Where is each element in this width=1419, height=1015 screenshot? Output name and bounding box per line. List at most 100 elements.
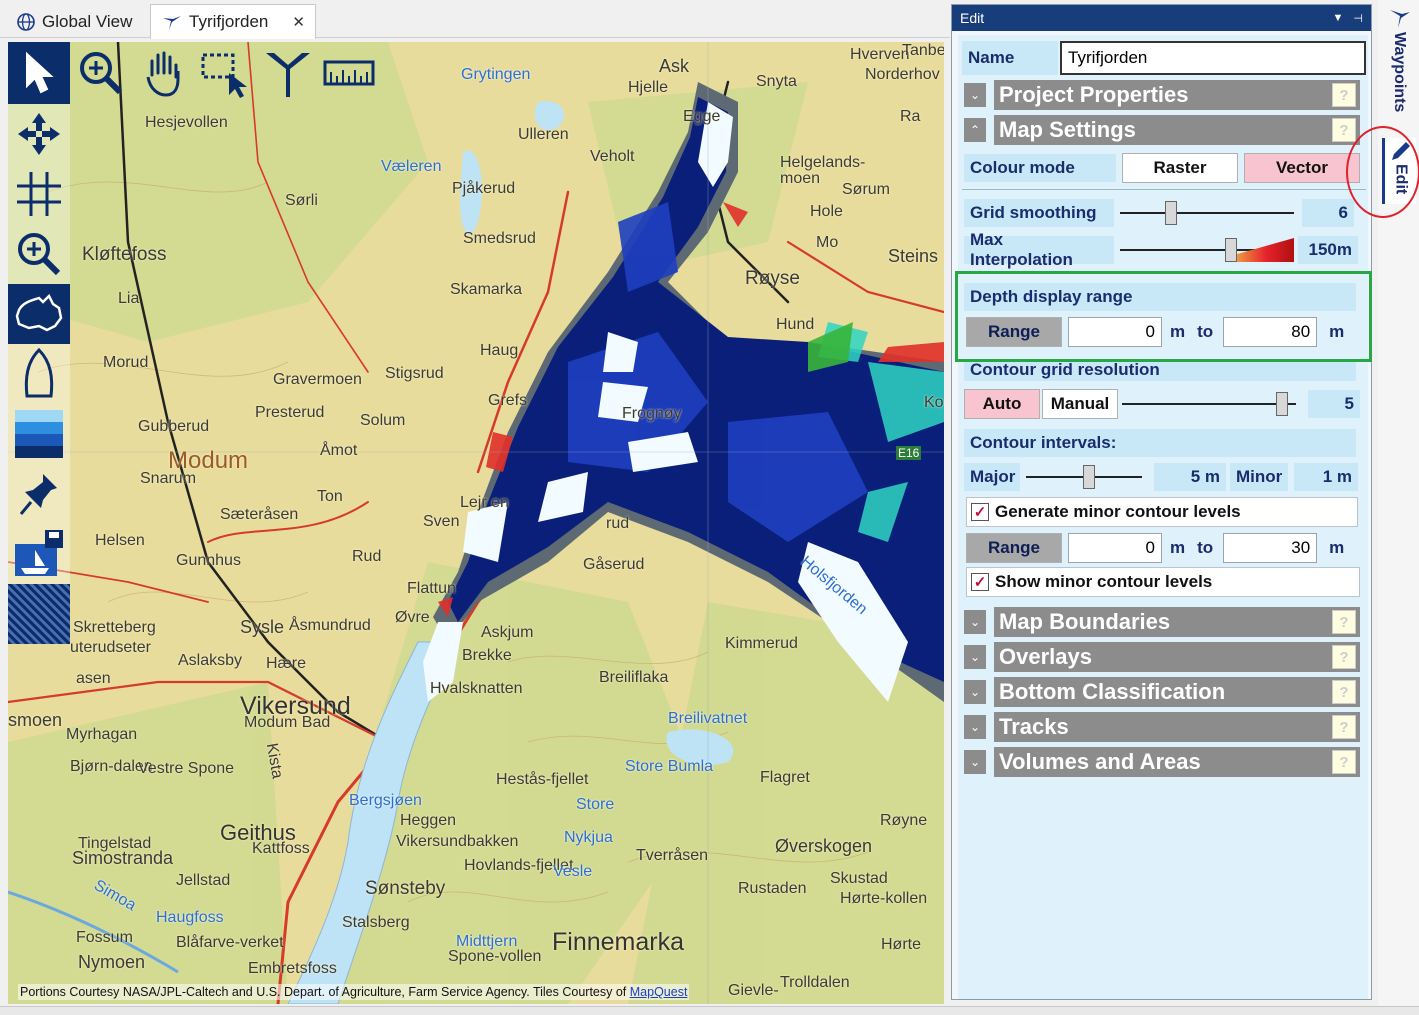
slider-thumb[interactable]	[1276, 392, 1288, 416]
place-label: Aslaksby	[178, 652, 243, 669]
help-icon[interactable]: ?	[1332, 645, 1356, 669]
show-minor-label: Show minor contour levels	[995, 572, 1213, 591]
help-icon[interactable]: ?	[1332, 680, 1356, 704]
place-label: Rustaden	[738, 880, 807, 897]
major-interval-slider[interactable]	[1026, 463, 1142, 491]
unit-label: m	[1170, 322, 1186, 341]
select-tool-button[interactable]	[8, 42, 70, 104]
place-label: Hestås-fjellet	[496, 771, 589, 788]
boat-save-button[interactable]	[8, 524, 70, 584]
minor-value: 1 m	[1294, 463, 1358, 491]
auto-button[interactable]: Auto	[964, 389, 1040, 419]
place-label: Smedsrud	[463, 230, 536, 247]
fork-tool-button[interactable]	[256, 42, 318, 104]
pin-panel-icon[interactable]: ⊣	[1353, 12, 1363, 25]
place-label: Flattun	[407, 580, 456, 597]
place-label: Tanbe	[902, 42, 944, 59]
place-label: Hund	[776, 316, 815, 333]
pan-tool-button[interactable]	[132, 42, 194, 104]
pin-button[interactable]	[8, 464, 70, 524]
zoom-tool-button[interactable]	[8, 224, 70, 284]
section-overlays[interactable]: ⌄ Overlays?	[964, 642, 1360, 672]
zoom-box-icon	[201, 53, 247, 98]
colour-mode-label: Colour mode	[970, 158, 1075, 177]
zoom-in-tool-button[interactable]	[70, 42, 132, 104]
show-minor-checkbox[interactable]: ✓	[971, 573, 989, 591]
contour-grid-slider[interactable]	[1122, 390, 1296, 418]
zoom-box-tool-button[interactable]	[194, 42, 256, 104]
minor-range-button[interactable]: Range	[966, 533, 1062, 563]
chevron-down-icon[interactable]: ⌄	[964, 645, 986, 669]
chevron-down-icon[interactable]: ⌄	[964, 750, 986, 774]
help-icon[interactable]: ?	[1332, 118, 1356, 142]
chevron-down-icon[interactable]: ⌄	[964, 83, 986, 107]
grid-smoothing-slider[interactable]	[1120, 199, 1294, 227]
place-label: Egge	[683, 108, 721, 125]
manual-button[interactable]: Manual	[1042, 389, 1118, 419]
tab-bar: Global View Tyrifjorden ✕	[0, 0, 950, 39]
section-map-boundaries[interactable]: ⌄ Map Boundaries?	[964, 607, 1360, 637]
help-icon[interactable]: ?	[1332, 610, 1356, 634]
colour-mode-label-box: Colour mode	[964, 154, 1116, 182]
chevron-down-icon[interactable]: ⌄	[964, 610, 986, 634]
raster-button[interactable]: Raster	[1122, 153, 1238, 183]
move-tool-button[interactable]	[8, 104, 70, 164]
vessel-button[interactable]	[8, 344, 70, 404]
section-tracks[interactable]: ⌄ Tracks?	[964, 712, 1360, 742]
name-input[interactable]: Tyrifjorden	[1060, 41, 1366, 75]
slider-track	[1120, 212, 1294, 214]
name-label: Name	[968, 48, 1015, 67]
tab-global-view[interactable]: Global View	[6, 6, 142, 38]
mapquest-link[interactable]: MapQuest	[630, 985, 688, 999]
chevron-down-icon[interactable]: ⌄	[964, 715, 986, 739]
measure-tool-button[interactable]	[318, 42, 380, 104]
chevron-up-icon[interactable]: ⌃	[964, 118, 986, 142]
vector-button[interactable]: Vector	[1244, 153, 1360, 183]
help-icon[interactable]: ?	[1332, 83, 1356, 107]
show-minor-row[interactable]: ✓ Show minor contour levels	[966, 567, 1360, 597]
generate-minor-row[interactable]: ✓ Generate minor contour levels	[966, 497, 1358, 527]
major-label-box: Major	[964, 463, 1020, 491]
depth-range-button[interactable]: Range	[966, 317, 1062, 347]
generate-minor-checkbox[interactable]: ✓	[971, 503, 989, 521]
help-icon[interactable]: ?	[1332, 715, 1356, 739]
map-view[interactable]: Hesjevollen Kløftefoss Lia Morud Gubberu…	[8, 42, 944, 1004]
place-label: Solum	[360, 412, 406, 429]
place-label: Sæteråsen	[220, 506, 299, 523]
chevron-down-icon[interactable]: ⌄	[964, 680, 986, 704]
place-label: Skustad	[830, 870, 888, 887]
place-label: Breilivatnet	[668, 710, 748, 727]
section-volumes-and-areas[interactable]: ⌄ Volumes and Areas?	[964, 747, 1360, 777]
grid-tool-button[interactable]	[8, 164, 70, 224]
place-label: Kløftefoss	[82, 244, 167, 265]
place-label: Hørte	[881, 936, 921, 953]
help-icon[interactable]: ?	[1332, 750, 1356, 774]
depth-layers-button[interactable]	[8, 404, 70, 464]
tab-waypoints[interactable]: Waypoints	[1382, 6, 1416, 112]
place-label: Hjelle	[628, 79, 669, 96]
place-label: Mo	[816, 234, 839, 251]
section-project-properties[interactable]: ⌄ Project Properties?	[964, 80, 1360, 110]
map-region-button[interactable]	[8, 284, 70, 344]
depth-from-input[interactable]: 0	[1068, 317, 1162, 347]
depth-to-input[interactable]: 80	[1223, 317, 1318, 347]
place-label: Morud	[103, 354, 149, 371]
place-label: Sven	[423, 513, 460, 530]
select-arrow-icon	[26, 51, 54, 94]
tab-label: Waypoints	[1391, 32, 1408, 113]
slider-thumb[interactable]	[1083, 465, 1095, 489]
section-map-settings[interactable]: ⌃ Map Settings?	[964, 115, 1360, 145]
minor-to-input[interactable]: 30	[1223, 533, 1318, 563]
pattern-button[interactable]	[8, 584, 70, 644]
tab-edit[interactable]: Edit	[1382, 138, 1416, 204]
section-bottom-classification[interactable]: ⌄ Bottom Classification?	[964, 677, 1360, 707]
slider-thumb[interactable]	[1225, 238, 1237, 262]
slider-thumb[interactable]	[1165, 201, 1177, 225]
dropdown-icon[interactable]: ▼	[1333, 12, 1344, 25]
close-icon[interactable]: ✕	[292, 13, 305, 31]
max-interp-slider[interactable]	[1120, 236, 1294, 264]
minor-from-input[interactable]: 0	[1068, 533, 1162, 563]
tab-tyrifjorden[interactable]: Tyrifjorden ✕	[150, 4, 316, 39]
place-label: Røyse	[745, 268, 800, 289]
place-label: Ra	[900, 108, 921, 125]
